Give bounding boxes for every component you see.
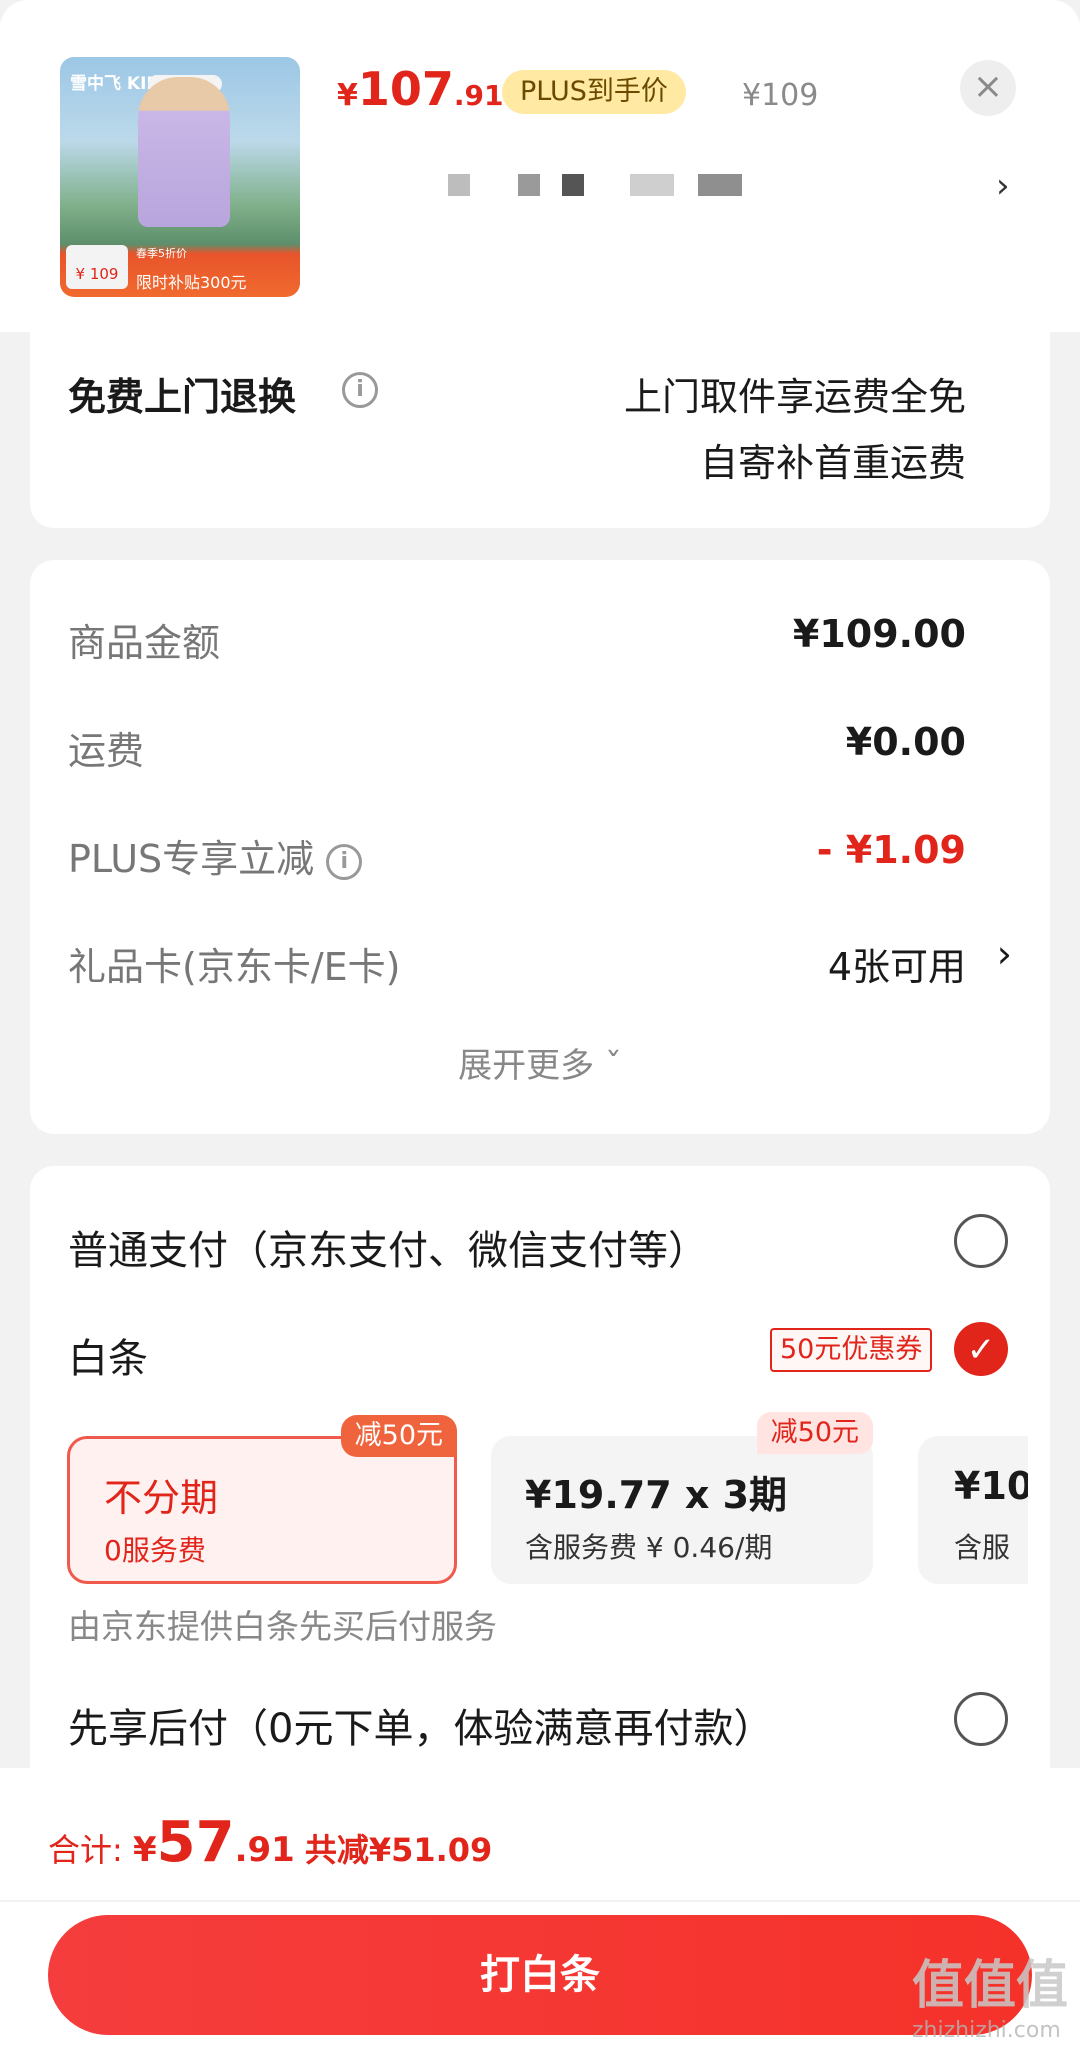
installment-discount-tag: 减50元 bbox=[756, 1412, 873, 1454]
installment-option-3[interactable]: 减50元 ¥19.77 x 3期 含服务费 ¥ 0.46/期 bbox=[491, 1412, 873, 1584]
goods-amount-value: ¥109.00 bbox=[792, 612, 966, 656]
baitiao-label[interactable]: 白条 bbox=[68, 1326, 148, 1384]
plus-price: ¥107.91 bbox=[337, 62, 504, 116]
pay-later-label[interactable]: 先享后付（0元下单，体验满意再付款） bbox=[68, 1696, 773, 1754]
baitiao-checked-icon[interactable]: ✓ bbox=[954, 1322, 1008, 1376]
baitiao-coupon-badge: 50元优惠券 bbox=[770, 1328, 933, 1372]
plus-price-decimal: .91 bbox=[453, 79, 504, 112]
installment-discount-tag: 减50元 bbox=[340, 1415, 457, 1457]
free-return-self-ship-text: 自寄补首重运费 bbox=[699, 441, 966, 485]
shipping-label: 运费 bbox=[68, 729, 145, 773]
watermark-logo: 值值值 bbox=[911, 1956, 1068, 2016]
product-image-model bbox=[138, 77, 230, 227]
installment-option-fee: 含服务费 ¥ 0.46/期 bbox=[525, 1531, 773, 1564]
plus-discount-value: - ¥1.09 bbox=[816, 828, 966, 872]
order-total-label: 合计: bbox=[48, 1831, 133, 1869]
info-icon[interactable]: i bbox=[342, 372, 378, 408]
payment-method-card: 普通支付（京东支付、微信支付等） 白条 50元优惠券 ✓ 减50元 不分期 0服… bbox=[30, 1166, 1050, 1786]
order-total: 合计: ¥57.91 共减¥51.09 bbox=[48, 1810, 492, 1875]
order-total-saved: 共减¥51.09 bbox=[304, 1831, 493, 1869]
installment-option-fee: 含服 bbox=[954, 1531, 1011, 1564]
watermark: 值值值 zhizhizhi.com bbox=[912, 1943, 1068, 2043]
goods-amount-label: 商品金额 bbox=[68, 621, 221, 665]
info-icon[interactable]: i bbox=[326, 843, 363, 880]
gift-card-label[interactable]: 礼品卡(京东卡/E卡) bbox=[68, 936, 400, 991]
expand-more-button[interactable]: 展开更多 ˇ bbox=[30, 1038, 1050, 1087]
product-image-price-tag: ¥ 109 bbox=[66, 245, 128, 289]
baitiao-pay-button[interactable]: 打白条 bbox=[48, 1915, 1032, 2035]
plus-price-badge: PLUS到手价 bbox=[502, 70, 686, 114]
checkout-footer: 合计: ¥57.91 共减¥51.09 打白条 值值值 zhizhizhi.com bbox=[0, 1768, 1080, 2047]
installment-option-more[interactable]: ¥10 含服 bbox=[918, 1436, 1028, 1584]
product-image[interactable]: 雪中飞 KIDS 春季5折价 ¥ 109 限时补贴300元 bbox=[60, 57, 300, 297]
price-summary-card: 商品金额 ¥109.00 运费 ¥0.00 PLUS专享立减 i - ¥1.09… bbox=[30, 560, 1050, 1134]
close-button[interactable]: × bbox=[960, 60, 1016, 116]
normal-payment-radio[interactable] bbox=[954, 1214, 1008, 1268]
free-return-pickup-text: 上门取件享运费全免 bbox=[623, 375, 966, 419]
chevron-right-icon[interactable]: › bbox=[997, 932, 1012, 976]
product-image-small-tag: 春季5折价 bbox=[136, 247, 187, 260]
normal-payment-label[interactable]: 普通支付（京东支付、微信支付等） bbox=[68, 1218, 708, 1276]
product-spec-selector[interactable] bbox=[448, 174, 748, 200]
order-total-currency: ¥ bbox=[132, 1830, 157, 1870]
installment-option-none[interactable]: 减50元 不分期 0服务费 bbox=[67, 1415, 457, 1584]
installment-option-fee: 0服务费 bbox=[104, 1534, 206, 1567]
watermark-url: zhizhizhi.com bbox=[911, 2018, 1061, 2043]
plus-discount-label: PLUS专享立减 i bbox=[68, 828, 363, 883]
order-total-integer: 57 bbox=[156, 1810, 235, 1875]
product-image-promo-tag: 限时补贴300元 bbox=[136, 273, 247, 292]
installment-option-title: 不分期 bbox=[104, 1476, 219, 1520]
free-return-title: 免费上门退换 bbox=[68, 375, 297, 419]
baitiao-provider-note: 由京东提供白条先买后付服务 bbox=[68, 1607, 497, 1646]
plus-price-integer: 107 bbox=[357, 62, 454, 116]
free-return-card: 免费上门退换 i 上门取件享运费全免 自寄补首重运费 bbox=[30, 332, 1050, 528]
pay-later-radio[interactable] bbox=[954, 1692, 1008, 1746]
order-total-decimal: .91 bbox=[234, 1830, 295, 1870]
shipping-value: ¥0.00 bbox=[845, 720, 966, 764]
installment-option-title: ¥19.77 x 3期 bbox=[525, 1473, 788, 1517]
gift-card-value[interactable]: 4张可用 bbox=[828, 936, 966, 991]
installment-option-title: ¥10 bbox=[954, 1464, 1028, 1508]
original-price: ¥109 bbox=[742, 78, 819, 113]
footer-divider bbox=[0, 1900, 1080, 1902]
chevron-right-icon[interactable]: › bbox=[996, 166, 1010, 206]
plus-price-currency: ¥ bbox=[337, 78, 358, 113]
plus-discount-label-text: PLUS专享立减 bbox=[68, 837, 315, 881]
product-header: 雪中飞 KIDS 春季5折价 ¥ 109 限时补贴300元 ¥107.91 PL… bbox=[0, 0, 1080, 332]
